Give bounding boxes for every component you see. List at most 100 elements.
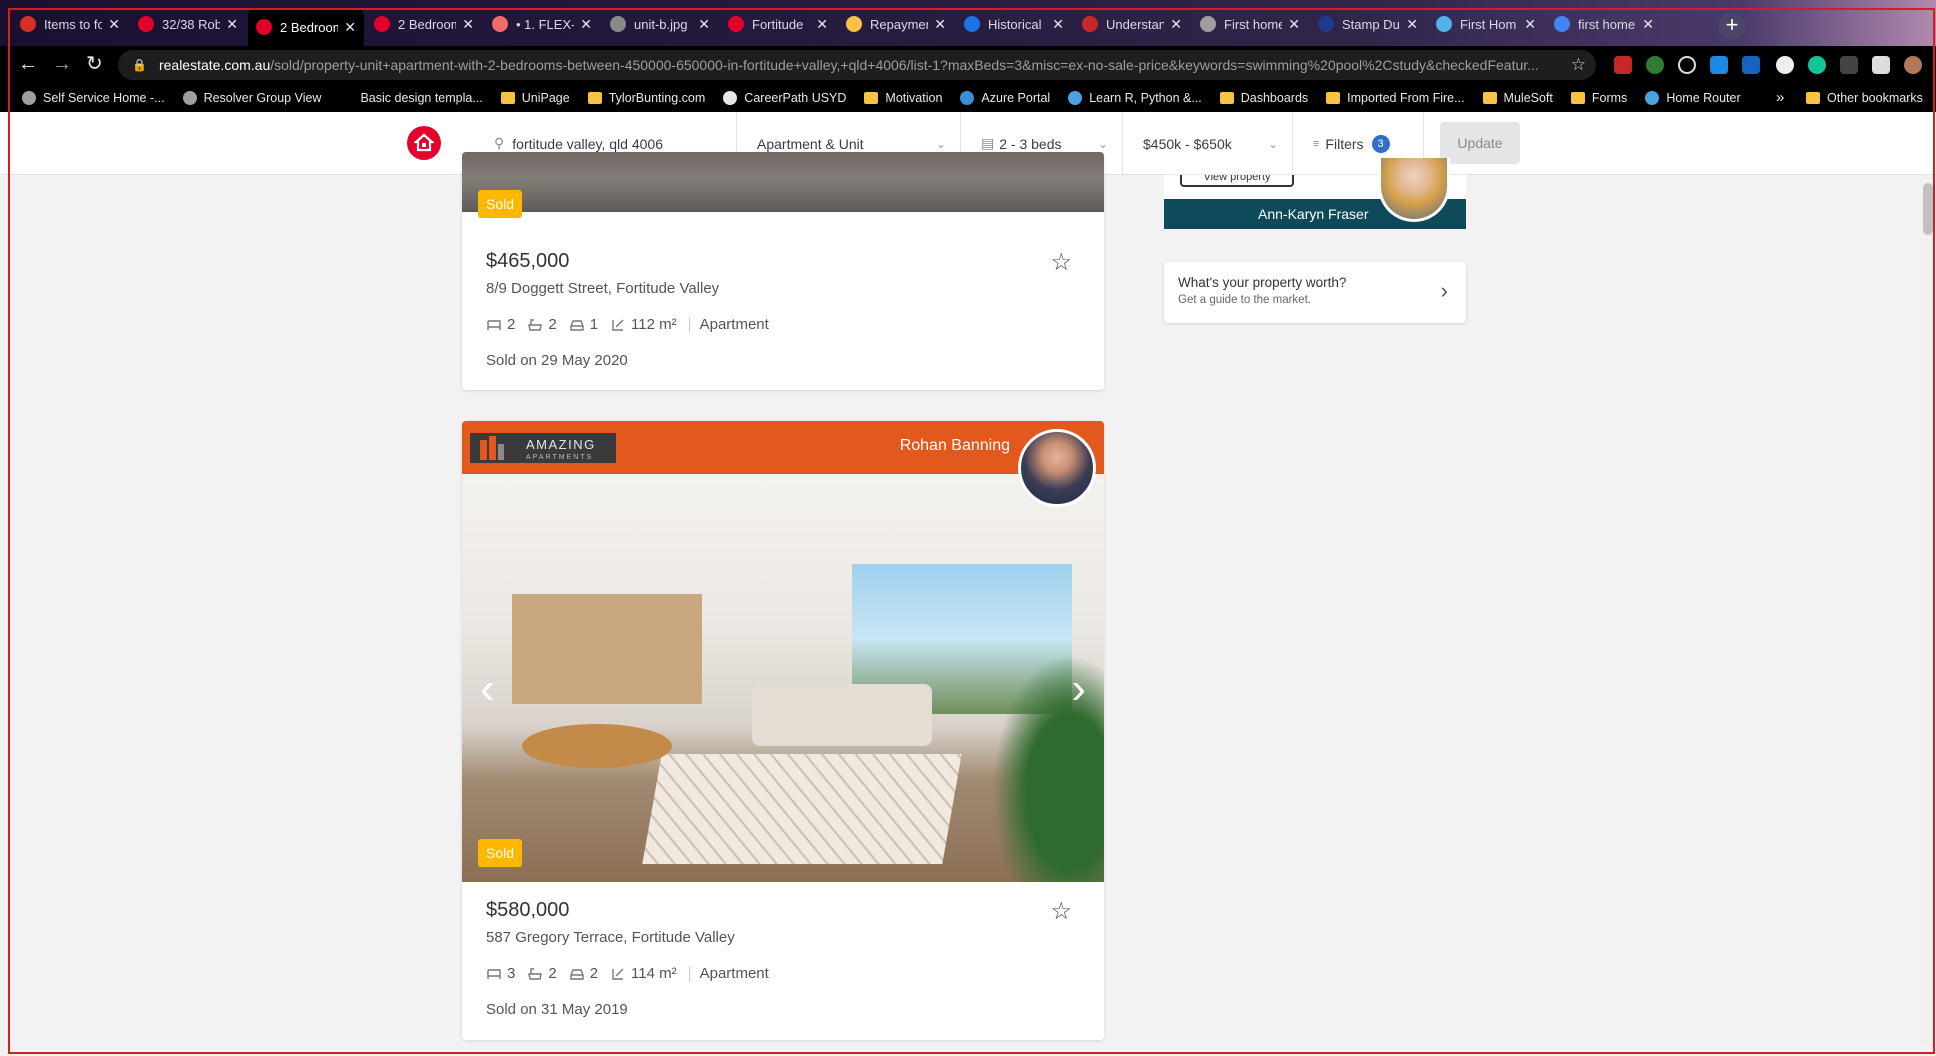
sold-date: Sold on 31 May 2019	[486, 1001, 628, 1018]
scrollbar-thumb[interactable]	[1923, 183, 1933, 235]
back-icon[interactable]: ←	[18, 54, 38, 74]
agency-branding-bar[interactable]: AMAZING APARTMENTS Rohan Banning	[462, 421, 1104, 474]
browser-tabstrip: Items to fo ✕ 32/38 Rob ✕ 2 Bedroom ✕ 2 Bedroo…	[0, 0, 1936, 46]
close-tab-icon[interactable]: ✕	[1642, 16, 1654, 33]
sold-badge: Sold	[478, 190, 522, 218]
chevron-down-icon: ⌄	[1267, 137, 1278, 151]
close-tab-icon[interactable]: ✕	[1170, 16, 1182, 33]
extension-pocket-icon[interactable]	[1678, 56, 1696, 74]
listing-card[interactable]: Sold $465,000 8/9 Doggett Street, Fortit…	[462, 152, 1104, 390]
bookmarks-more-button[interactable]: »	[1776, 84, 1784, 112]
plant	[992, 654, 1104, 882]
bookmark-label: Dashboards	[1240, 91, 1309, 105]
listing-card[interactable]: AMAZING APARTMENTS Rohan Banning ‹ › Sol…	[462, 421, 1104, 1040]
bookmark-item[interactable]: TylorBunting.com	[587, 91, 705, 105]
bookmark-star-icon[interactable]: ☆	[1571, 55, 1586, 75]
bookmark-item[interactable]: Learn R, Python &...	[1068, 91, 1202, 105]
tab-label: unit-b.jpg	[634, 16, 688, 32]
globe-icon	[610, 16, 626, 32]
baths-count: 2	[548, 316, 557, 333]
close-tab-icon[interactable]: ✕	[226, 16, 238, 33]
close-tab-icon[interactable]: ✕	[580, 16, 592, 33]
property-worth-subtitle: Get a guide to the market.	[1178, 294, 1311, 306]
close-tab-icon[interactable]: ✕	[108, 16, 120, 33]
browser-tab[interactable]: first home ✕	[1546, 8, 1662, 40]
bookmark-item[interactable]: MuleSoft	[1482, 91, 1553, 105]
tab-label: Items to fo	[44, 16, 103, 32]
forward-icon[interactable]: →	[52, 54, 72, 74]
asana-icon	[492, 16, 508, 32]
tab-label: Understan	[1106, 16, 1165, 32]
browser-tab[interactable]: Historical ✕	[956, 8, 1072, 40]
other-bookmarks-folder[interactable]: Other bookmarks	[1806, 84, 1923, 112]
close-tab-icon[interactable]: ✕	[1524, 16, 1536, 33]
property-worth-card[interactable]: What's your property worth? Get a guide …	[1164, 262, 1466, 323]
area-value: 112 m²	[631, 316, 677, 333]
bookmark-item[interactable]: Forms	[1570, 91, 1627, 105]
close-tab-icon[interactable]: ✕	[1052, 16, 1064, 33]
bookmark-item[interactable]: Imported From Fire...	[1326, 91, 1465, 105]
bookmark-item[interactable]: UniPage	[500, 91, 570, 105]
listing-address[interactable]: 587 Gregory Terrace, Fortitude Valley	[486, 929, 735, 946]
bookmark-item[interactable]: Resolver Group View	[182, 91, 322, 105]
close-tab-icon[interactable]: ✕	[934, 16, 946, 33]
bookmark-item[interactable]: Azure Portal	[960, 91, 1050, 105]
close-tab-icon[interactable]: ✕	[1288, 16, 1300, 33]
extension-abp-icon[interactable]	[1614, 56, 1632, 74]
extension-brush-icon[interactable]	[1840, 56, 1858, 74]
car-icon	[569, 968, 584, 980]
extensions-puzzle-icon[interactable]	[1872, 56, 1890, 74]
browser-tab[interactable]: First home ✕	[1192, 8, 1308, 40]
reload-icon[interactable]: ↻	[86, 54, 103, 74]
profile-avatar[interactable]	[1904, 56, 1922, 74]
browser-tab[interactable]: Items to fo ✕	[12, 8, 128, 40]
browser-tab[interactable]: 2 Bedroom ✕	[366, 8, 482, 40]
browser-tab[interactable]: Repaymen ✕	[838, 8, 954, 40]
folder-icon	[1806, 92, 1820, 104]
bookmark-item[interactable]: Self Service Home -...	[22, 91, 165, 105]
address-bar[interactable]: 🔒 realestate.com.au /sold/property-unit+…	[118, 50, 1596, 80]
favourite-star-icon[interactable]: ☆	[1050, 897, 1072, 926]
listing-photo[interactable]	[462, 152, 1104, 212]
extension-screen-icon[interactable]	[1710, 56, 1728, 74]
listing-address[interactable]: 8/9 Doggett Street, Fortitude Valley	[486, 280, 719, 297]
browser-tab[interactable]: unit-b.jpg ✕	[602, 8, 718, 40]
bookmark-item[interactable]: CareerPath USYD	[723, 91, 846, 105]
price-select[interactable]: $450k - $650k ⌄	[1122, 112, 1292, 175]
agent-name[interactable]: Rohan Banning	[900, 437, 1010, 455]
browser-tab[interactable]: Understan ✕	[1074, 8, 1190, 40]
browser-tab[interactable]: Fortitude ✕	[720, 8, 836, 40]
bookmark-item[interactable]: Dashboards	[1219, 91, 1309, 105]
bookmark-item[interactable]: Home Router	[1645, 91, 1741, 105]
extension-trello-icon[interactable]	[1742, 56, 1760, 74]
view-property-button[interactable]: View property	[1180, 175, 1294, 187]
previous-photo-icon[interactable]: ‹	[480, 664, 495, 714]
update-button[interactable]: Update	[1440, 122, 1520, 164]
bookmark-item[interactable]: Motivation	[864, 91, 942, 105]
extension-circle-icon[interactable]	[1776, 56, 1794, 74]
sold-badge: Sold	[478, 839, 522, 867]
close-tab-icon[interactable]: ✕	[816, 16, 828, 33]
close-tab-icon[interactable]: ✕	[698, 16, 710, 33]
lock-icon: 🔒	[132, 58, 147, 72]
next-photo-icon[interactable]: ›	[1071, 664, 1086, 714]
close-tab-icon[interactable]: ✕	[462, 16, 474, 33]
close-tab-icon[interactable]: ✕	[344, 19, 356, 36]
new-tab-button[interactable]: +	[1718, 12, 1746, 40]
agent-avatar[interactable]	[1018, 429, 1096, 507]
listing-photo[interactable]: ‹ ›	[462, 474, 1104, 882]
browser-tab[interactable]: 2 Bedroom ✕	[248, 8, 364, 46]
extension-grammarly-icon[interactable]	[1808, 56, 1826, 74]
browser-tab[interactable]: First Hom ✕	[1428, 8, 1544, 40]
page-scrollbar[interactable]	[1920, 175, 1936, 1045]
close-tab-icon[interactable]: ✕	[1406, 16, 1418, 33]
extension-evernote-icon[interactable]	[1646, 56, 1664, 74]
browser-tab[interactable]: • 1. FLEX- ✕	[484, 8, 600, 40]
favourite-star-icon[interactable]: ☆	[1050, 248, 1072, 277]
resolver-icon	[182, 91, 197, 105]
browser-tab[interactable]: Stamp Du ✕	[1310, 8, 1426, 40]
bookmark-item[interactable]: Basic design templa...	[339, 91, 483, 105]
realestate-logo-icon[interactable]	[407, 126, 441, 160]
bookmark-label: Resolver Group View	[203, 91, 322, 105]
browser-tab[interactable]: 32/38 Rob ✕	[130, 8, 246, 40]
